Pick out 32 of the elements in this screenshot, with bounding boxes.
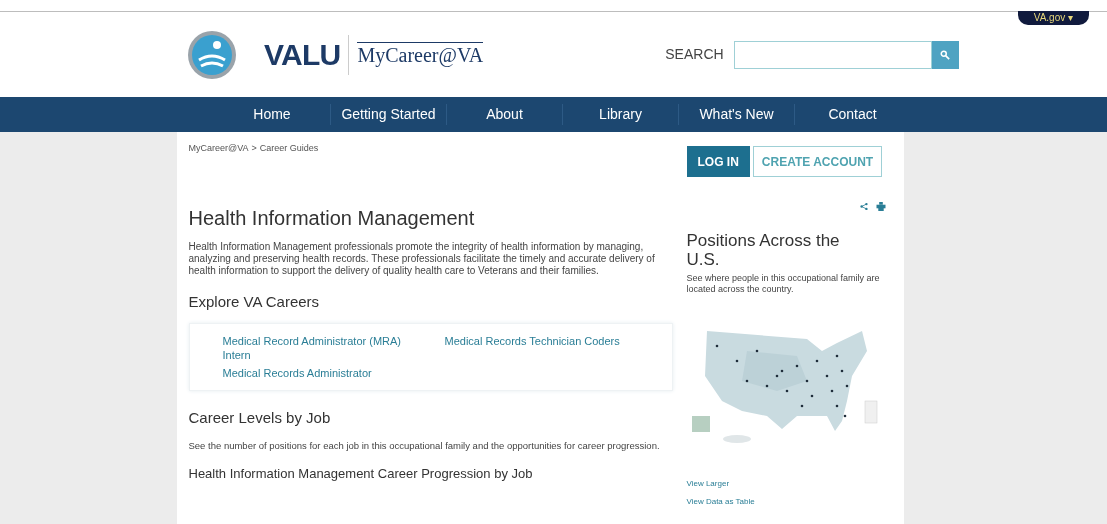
career-link[interactable]: Medical Records Technician Coders [444,334,639,362]
page-title: Health Information Management [188,205,476,231]
logo-wordmark: VALU [264,39,341,70]
account-button[interactable]: LOG IN [686,146,750,177]
runner-logo-icon [187,29,237,80]
section-subheading: Health Information Management Career Progression by Job [188,464,534,483]
sidebar-link[interactable]: View Data as Table [686,497,892,507]
nav-link[interactable]: Getting Started [341,104,436,125]
career-link[interactable]: Medical Records Administrator [222,366,417,380]
intro-paragraph: Health Information Management professionals promote the integrity of health information by managing, analyzing and preserving health records. These professionals facilitate the timely and accurate delivery of health information to support the delivery of quality health care to Veterans and their families. [188,240,656,277]
print-icon[interactable] [875,202,886,211]
breadcrumb-separator: > [251,142,257,155]
search-field[interactable] [733,40,932,69]
nav-link[interactable]: Contact [828,104,877,125]
section-heading: Explore VA Careers [188,291,321,312]
sidebar-heading: Positions Across the U.S. [686,231,841,269]
nav-link[interactable]: Home [253,104,291,125]
nav-link[interactable]: Library [599,104,642,125]
career-link[interactable]: Medical Record Administrator (MRA) Intern [222,334,417,362]
section-heading: Career Levels by Job [188,408,332,428]
search-label: SEARCH [665,45,724,64]
search-button[interactable] [931,40,959,69]
logo-product-name: MyCareer@VA [357,41,484,68]
search-icon [940,49,951,60]
sidebar-link[interactable]: View Larger [686,479,892,489]
sidebar-text: See where people in this occupational family are located across the country. [686,273,881,295]
share-icon[interactable] [859,202,868,211]
breadcrumb-link[interactable]: MyCareer@VA [188,142,249,156]
breadcrumb-link[interactable]: Career Guides [259,142,319,156]
nav-link[interactable]: What's New [699,104,774,125]
career-levels-text: See the number of positions for each job in this occupational family and the opportunities for career progression. [188,439,661,452]
nav-link[interactable]: About [486,104,523,125]
